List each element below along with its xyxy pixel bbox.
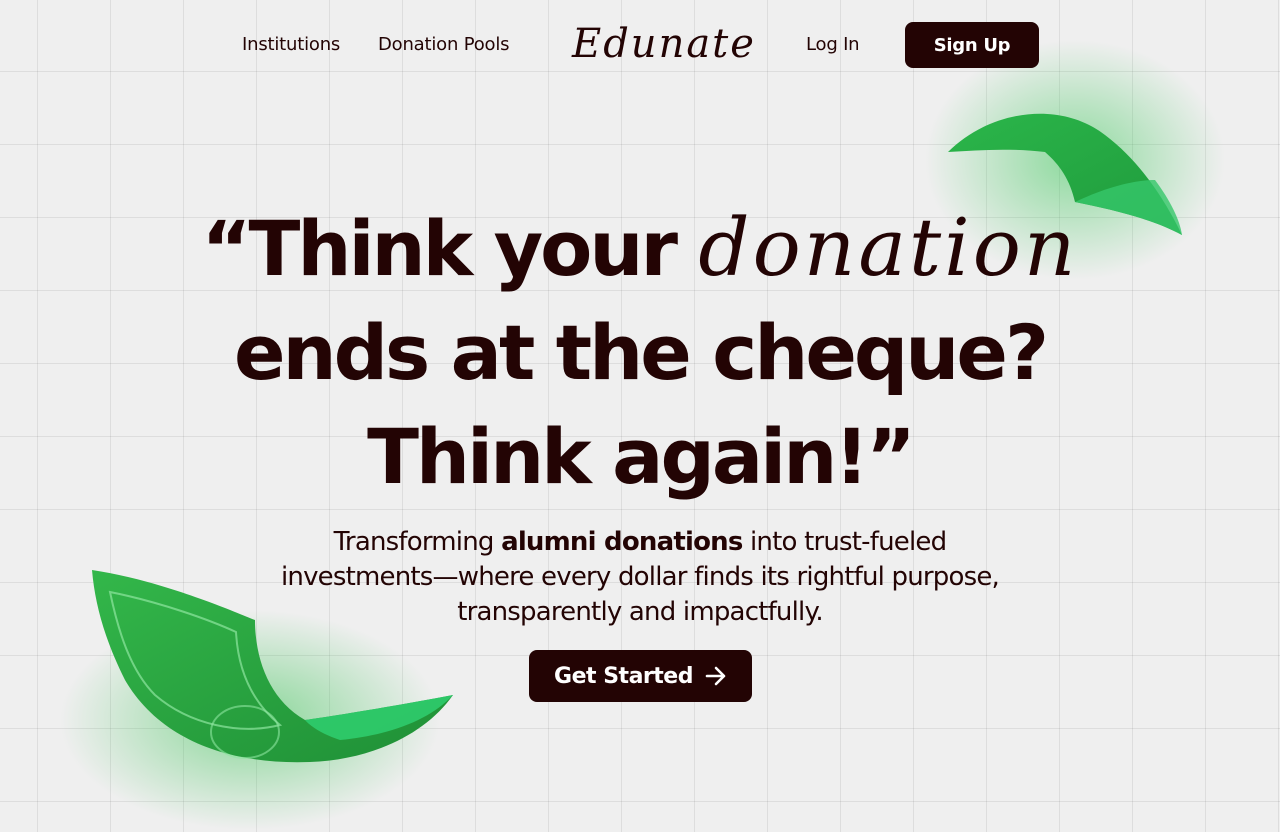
arrow-right-icon xyxy=(705,666,726,686)
login-link[interactable]: Log In xyxy=(806,32,860,58)
brand-logo[interactable]: Edunate xyxy=(572,18,754,70)
hero-headline: “Think your donation ends at the cheque?… xyxy=(0,196,1280,509)
subtitle-text: into trust-fueled xyxy=(750,527,947,557)
headline-line-1: “Think your donation xyxy=(0,196,1280,301)
signup-button[interactable]: Sign Up xyxy=(905,22,1039,68)
nav-institutions[interactable]: Institutions xyxy=(242,32,340,58)
headline-text: “Think your xyxy=(201,204,678,293)
get-started-label: Get Started xyxy=(554,663,693,689)
headline-script-word: donation xyxy=(698,201,1079,294)
nav-donation-pools[interactable]: Donation Pools xyxy=(378,32,510,58)
subtitle-line-2: investments—where every dollar finds its… xyxy=(280,562,1000,592)
subtitle-highlight: alumni donations xyxy=(501,527,743,557)
subtitle-text: Transforming xyxy=(333,527,495,557)
headline-line-2: ends at the cheque? xyxy=(233,308,1049,397)
subtitle-line-1: Transforming alumni donations into trust… xyxy=(240,525,1040,560)
headline-line-3: Think again!” xyxy=(367,412,916,501)
subtitle-line-3: transparently and impactfully. xyxy=(457,597,823,627)
get-started-button[interactable]: Get Started xyxy=(529,650,752,702)
hero-subtitle: Transforming alumni donations into trust… xyxy=(240,525,1040,630)
